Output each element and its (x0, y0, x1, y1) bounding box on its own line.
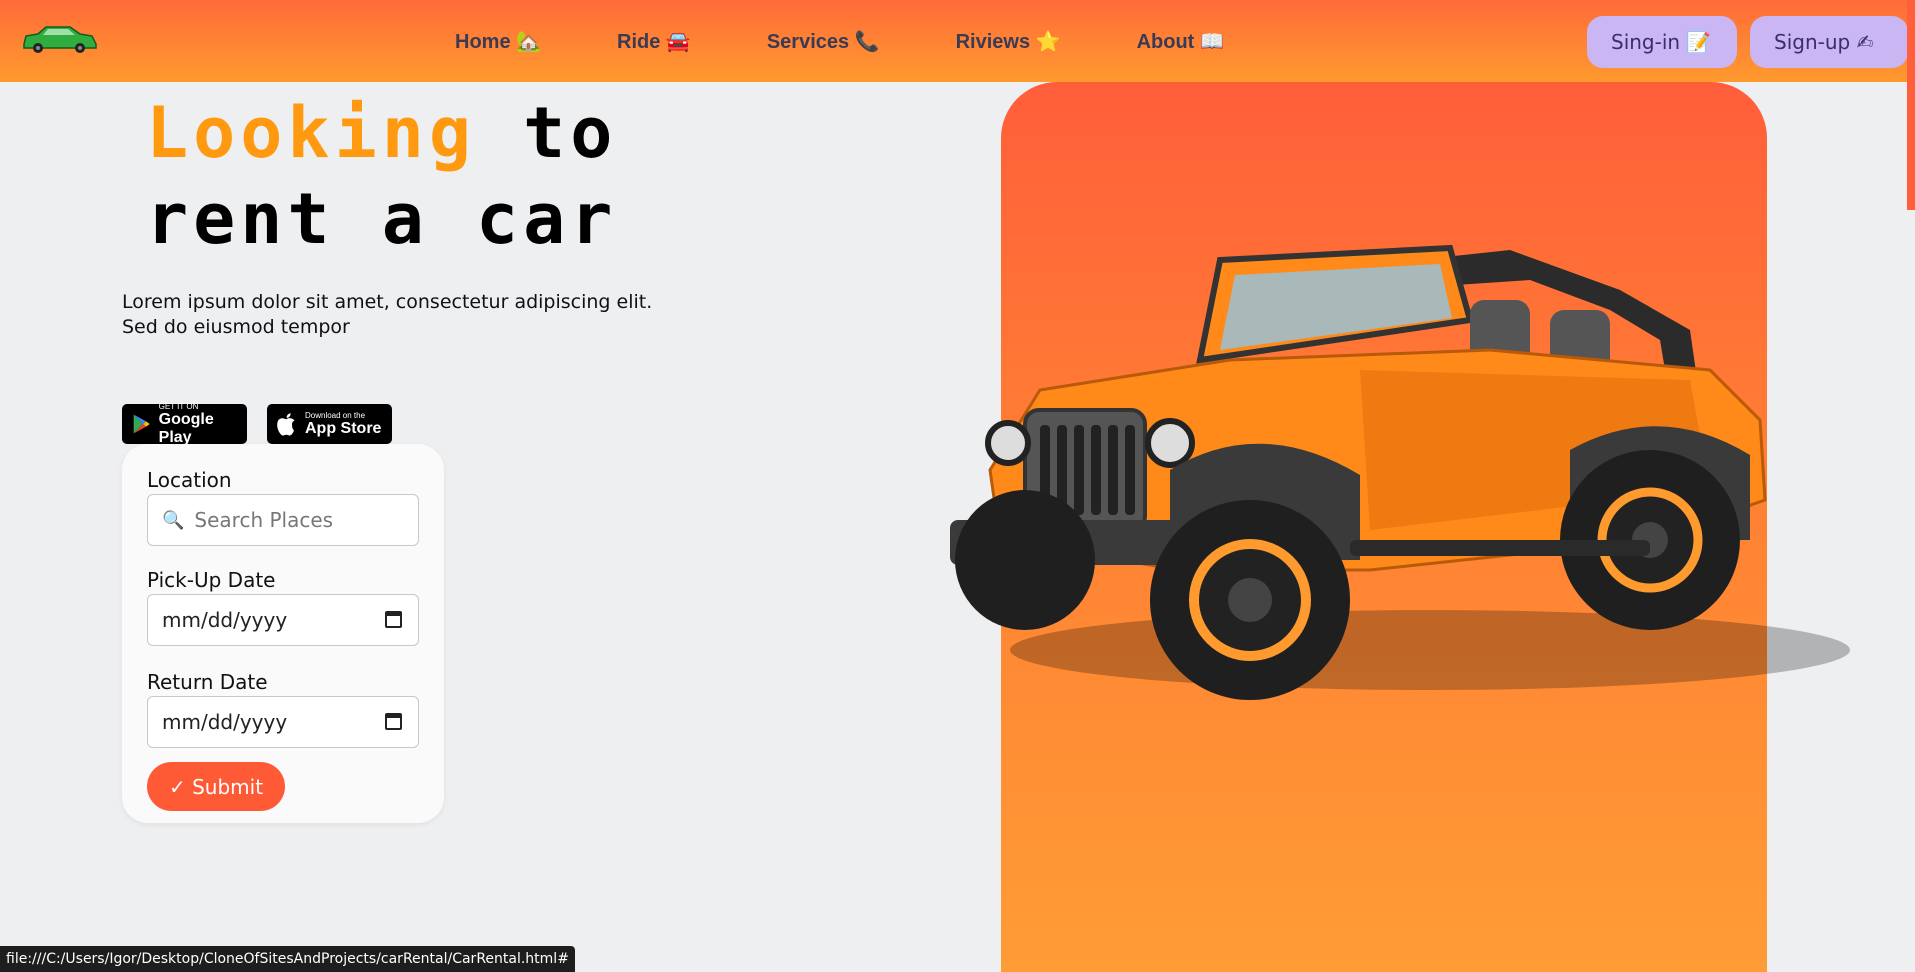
apple-badge-small: Download on the (305, 410, 366, 420)
calendar-icon[interactable] (385, 611, 402, 628)
google-badge-big: Google Play (158, 410, 214, 446)
signup-button[interactable]: Sign-up ✍ (1750, 16, 1908, 68)
hero-headline: Looking to rent a car (146, 90, 846, 262)
app-store-badge[interactable]: Download on the App Store (267, 404, 392, 444)
browser-status-bar: file:///C:/Users/Igor/Desktop/CloneOfSit… (0, 946, 575, 972)
apple-icon (277, 413, 295, 436)
return-date-value: mm/dd/yyyy (162, 710, 288, 734)
nav-about[interactable]: About 📖 (1137, 29, 1225, 54)
scrollbar[interactable] (1907, 0, 1915, 210)
nav-reviews[interactable]: Riviews ⭐ (956, 29, 1061, 54)
calendar-icon[interactable] (385, 713, 402, 730)
location-label: Location (147, 468, 232, 492)
jeep-image (950, 244, 1850, 700)
rental-form: Location 🔍 Search Places Pick-Up Date mm… (122, 444, 444, 823)
submit-button[interactable]: ✓ Submit (147, 762, 285, 811)
headline-part-2: rent a car (146, 178, 618, 260)
search-icon: 🔍 (162, 509, 185, 531)
pickup-date-value: mm/dd/yyyy (162, 608, 288, 632)
location-placeholder: Search Places (194, 508, 334, 532)
pickup-date-input[interactable]: mm/dd/yyyy (147, 594, 419, 646)
headline-part-1: to (476, 92, 618, 174)
nav-links: Home 🏡 Ride 🚘 Services 📞 Riviews ⭐ About… (455, 0, 1301, 82)
navbar: Home 🏡 Ride 🚘 Services 📞 Riviews ⭐ About… (0, 0, 1915, 82)
hero-subtext: Lorem ipsum dolor sit amet, consectetur … (122, 291, 653, 338)
pickup-label: Pick-Up Date (147, 568, 276, 592)
return-label: Return Date (147, 670, 268, 694)
return-date-input[interactable]: mm/dd/yyyy (147, 696, 419, 748)
google-play-badge[interactable]: GET IT ON Google Play (122, 401, 247, 446)
signin-button[interactable]: Sing-in 📝 (1587, 16, 1737, 68)
nav-home[interactable]: Home 🏡 (455, 29, 541, 54)
location-input[interactable]: 🔍 Search Places (147, 494, 419, 546)
google-play-icon (133, 414, 150, 434)
google-badge-small: GET IT ON (158, 401, 199, 411)
nav-ride[interactable]: Ride 🚘 (617, 29, 691, 54)
apple-badge-big: App Store (305, 419, 382, 437)
nav-services[interactable]: Services 📞 (767, 29, 880, 54)
headline-accent: Looking (146, 92, 477, 174)
car-logo-icon[interactable] (20, 24, 98, 54)
